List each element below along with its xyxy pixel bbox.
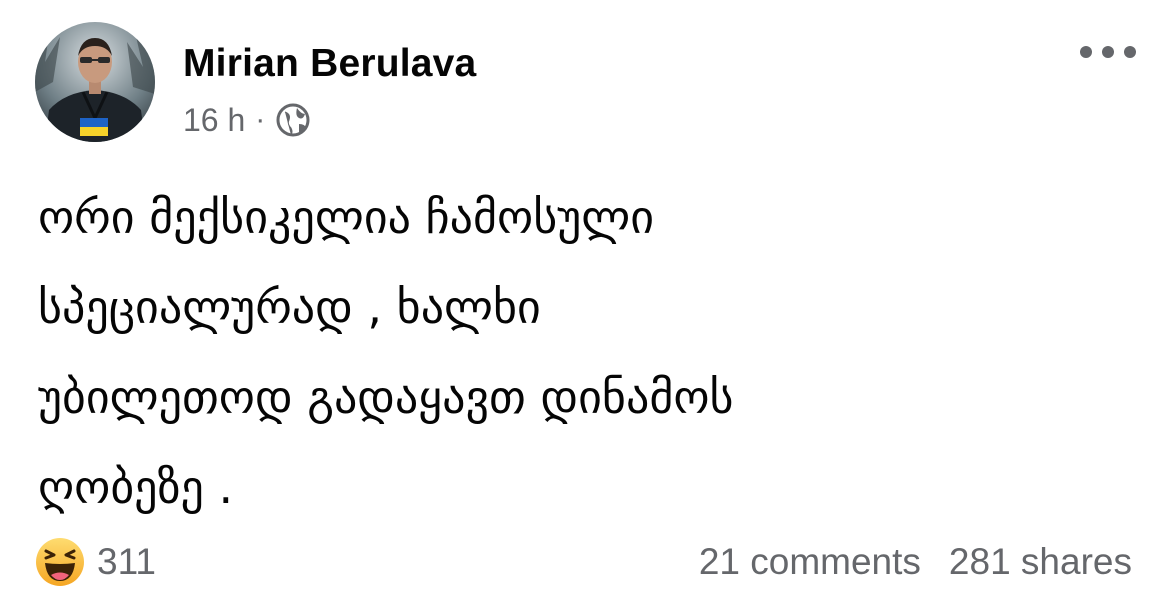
post-card: Mirian Berulava 16 h · ორი მექსიკელია ჩა… bbox=[0, 0, 1170, 610]
reactions-summary[interactable]: 311 bbox=[35, 536, 156, 588]
author-name[interactable]: Mirian Berulava bbox=[183, 40, 476, 88]
meta-separator: · bbox=[255, 103, 266, 136]
post-text: ორი მექსიკელია ჩამოსული სპეციალურად , ხა… bbox=[38, 172, 1138, 532]
globe-icon[interactable] bbox=[275, 102, 311, 138]
post-text-line: უბილეთოდ გადაყავთ დინამოს bbox=[38, 370, 734, 424]
post-text-line: ორი მექსიკელია ჩამოსული bbox=[38, 190, 655, 244]
comments-count[interactable]: 21 comments bbox=[699, 541, 921, 583]
shares-count[interactable]: 281 shares bbox=[949, 541, 1132, 583]
post-text-line: სპეციალურად , ხალხი bbox=[38, 280, 541, 334]
more-options-button[interactable] bbox=[1080, 36, 1136, 68]
post-text-line: ღობეზე . bbox=[38, 460, 234, 514]
post-meta: 16 h · bbox=[183, 98, 311, 142]
avatar[interactable] bbox=[35, 22, 155, 142]
more-options-icon bbox=[1080, 46, 1092, 58]
haha-reaction-icon bbox=[35, 537, 85, 587]
post-timestamp[interactable]: 16 h bbox=[183, 102, 245, 139]
reaction-count: 311 bbox=[97, 541, 156, 582]
engagement-counts: 21 comments 281 shares bbox=[699, 536, 1132, 588]
